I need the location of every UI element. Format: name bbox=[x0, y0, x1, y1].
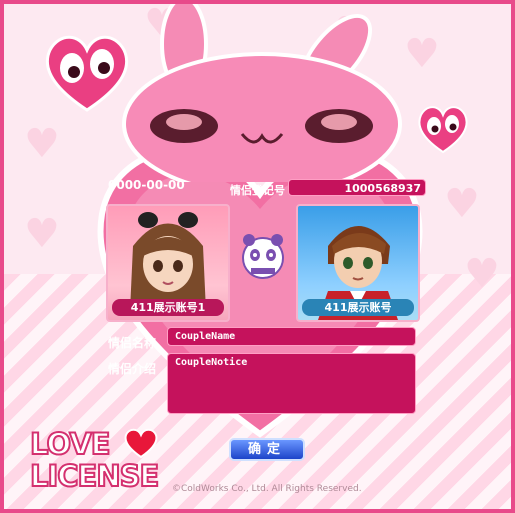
female-avatar-name: 411展示账号1 bbox=[112, 299, 224, 316]
bg-heart-icon: ♥ bbox=[464, 251, 500, 297]
love-license-window: ♥ ♥ ♥ ♥ ♥ ♥ ♥ bbox=[0, 0, 515, 513]
bg-heart-icon: ♥ bbox=[24, 211, 60, 257]
copyright-text: ©ColdWorks Co., Ltd. All Rights Reserved… bbox=[172, 484, 362, 494]
registration-date: 0000-00-00 bbox=[108, 178, 185, 192]
male-avatar-name: 411展示账号 bbox=[302, 299, 414, 316]
bg-heart-icon: ♥ bbox=[24, 121, 60, 167]
logo-line-license: LICENSE bbox=[29, 459, 160, 493]
registration-number-field: 1000568937 bbox=[288, 179, 426, 196]
couple-name-label: 情侣名称 bbox=[108, 336, 157, 350]
male-avatar-portrait: 411展示账号 bbox=[296, 204, 420, 322]
registration-number-label: 情侣登记号 bbox=[230, 184, 285, 197]
eye-heart-icon bbox=[45, 35, 129, 112]
bunny-face-icon bbox=[122, 4, 402, 182]
couple-intro-label: 情侣介绍 bbox=[108, 362, 157, 376]
pet-mascot-icon bbox=[242, 234, 284, 279]
logo-heart-icon bbox=[124, 428, 158, 458]
bg-heart-icon: ♥ bbox=[444, 181, 480, 227]
couple-intro-field[interactable]: CoupleNotice bbox=[167, 353, 416, 414]
couple-name-field[interactable]: CoupleName bbox=[167, 327, 416, 346]
confirm-button[interactable]: 确定 bbox=[229, 438, 305, 461]
certificate-background: ♥ ♥ ♥ ♥ ♥ ♥ ♥ bbox=[4, 4, 511, 509]
female-avatar-portrait: 411展示账号1 bbox=[106, 204, 230, 322]
eye-heart-icon bbox=[418, 106, 468, 154]
